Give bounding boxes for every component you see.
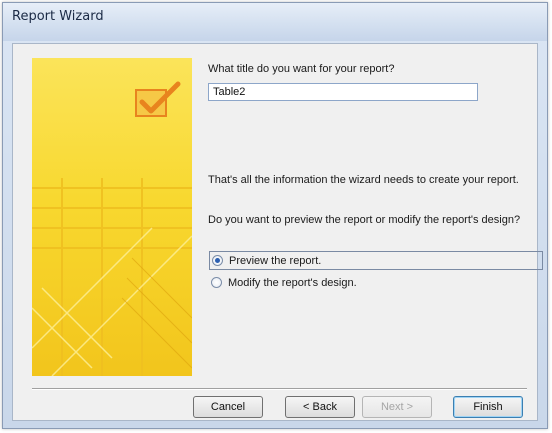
report-wizard-dialog: Report Wizard What title do you want for…: [2, 2, 548, 429]
info-text: That's all the information the wizard ne…: [208, 174, 519, 186]
preview-radio[interactable]: [212, 255, 223, 266]
button-separator: [32, 388, 527, 390]
finish-button[interactable]: Finish: [453, 396, 523, 418]
wizard-body: What title do you want for your report? …: [12, 43, 543, 421]
title-bar[interactable]: Report Wizard: [3, 3, 547, 41]
back-button[interactable]: < Back: [285, 396, 355, 418]
modify-design-option[interactable]: Modify the report's design.: [211, 274, 357, 291]
title-question-label: What title do you want for your report?: [208, 63, 395, 75]
preview-question-label: Do you want to preview the report or mod…: [208, 214, 521, 226]
window-title: Report Wizard: [12, 9, 104, 24]
wizard-illustration: [32, 58, 192, 376]
cancel-button[interactable]: Cancel: [193, 396, 263, 418]
modify-radio[interactable]: [211, 277, 222, 288]
preview-report-option[interactable]: Preview the report.: [209, 251, 543, 270]
preview-option-label: Preview the report.: [229, 254, 322, 267]
modify-option-label: Modify the report's design.: [228, 276, 357, 289]
report-title-input[interactable]: [208, 83, 478, 101]
next-button[interactable]: Next >: [362, 396, 432, 418]
checkmark-icon: [135, 81, 181, 117]
